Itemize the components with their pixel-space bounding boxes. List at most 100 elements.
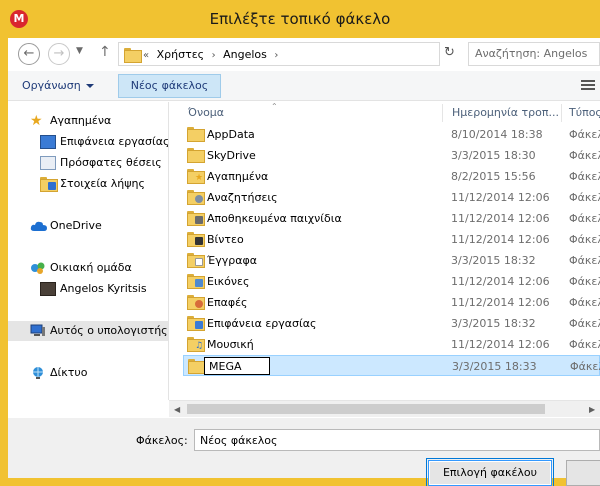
sidebar-item-favorites[interactable]: ★ Αγαπημένα: [8, 111, 168, 131]
file-date: 3/3/2015 18:33: [452, 360, 537, 373]
file-date: 11/12/2014 12:06: [451, 296, 550, 309]
list-item[interactable]: Επαφές 11/12/2014 12:06 Φάκελ: [183, 292, 600, 313]
sidebar-item-label: Angelos Kyritsis: [60, 282, 147, 295]
file-name: Μουσική: [207, 338, 254, 351]
sidebar-item-desktop[interactable]: Επιφάνεια εργασίας: [8, 132, 168, 152]
scroll-left-icon[interactable]: ◀: [174, 405, 180, 414]
sidebar-item-user[interactable]: Angelos Kyritsis: [8, 279, 168, 299]
column-name[interactable]: Όνομα: [188, 106, 224, 119]
file-type: Φάκελ: [569, 128, 600, 141]
file-name: Επαφές: [207, 296, 248, 309]
file-type: Φάκελ: [569, 338, 600, 351]
homegroup-icon: [30, 261, 46, 275]
forward-arrow-icon[interactable]: →: [48, 43, 70, 65]
file-name: Εικόνες: [207, 275, 250, 288]
scroll-right-icon[interactable]: ▶: [589, 405, 595, 414]
user-avatar-icon: [40, 282, 56, 296]
star-icon: ★: [30, 113, 43, 129]
new-folder-button[interactable]: Νέος φάκελος: [118, 74, 221, 98]
file-date: 8/2/2015 15:56: [451, 170, 536, 183]
breadcrumb-item-users[interactable]: Χρήστες: [157, 48, 205, 61]
view-options-icon[interactable]: [581, 80, 597, 92]
organize-menu-button[interactable]: Οργάνωση: [22, 79, 94, 92]
file-type: Φάκελ: [569, 296, 600, 309]
search-input[interactable]: [475, 47, 599, 60]
sidebar-item-label: Αυτός ο υπολογιστής: [50, 324, 168, 337]
column-type[interactable]: Τύπος: [569, 106, 600, 119]
file-type: Φάκελ: [569, 254, 600, 267]
file-date: 11/12/2014 12:06: [451, 212, 550, 225]
file-date: 11/12/2014 12:06: [451, 233, 550, 246]
select-folder-button[interactable]: Επιλογή φακέλου: [428, 460, 552, 486]
sidebar-item-onedrive[interactable]: OneDrive: [8, 216, 168, 236]
list-item[interactable]: Αναζητήσεις 11/12/2014 12:06 Φάκελ: [183, 187, 600, 208]
file-type: Φάκελ: [569, 233, 600, 246]
sidebar-item-this-pc[interactable]: Αυτός ο υπολογιστής: [8, 321, 168, 341]
sidebar-item-label: Επιφάνεια εργασίας: [60, 135, 168, 148]
file-date: 3/3/2015 18:32: [451, 317, 536, 330]
list-item-renaming[interactable]: 3/3/2015 18:33 Φάκελ: [183, 355, 600, 376]
file-name: Αποθηκευμένα παιχνίδια: [207, 212, 342, 225]
list-item[interactable]: Αποθηκευμένα παιχνίδια 11/12/2014 12:06 …: [183, 208, 600, 229]
breadcrumb-overflow-icon[interactable]: «: [143, 50, 149, 61]
list-item[interactable]: Εικόνες 11/12/2014 12:06 Φάκελ: [183, 271, 600, 292]
list-item[interactable]: Έγγραφα 3/3/2015 18:32 Φάκελ: [183, 250, 600, 271]
cancel-button[interactable]: [566, 460, 600, 486]
dialog-window: M Επιλέξτε τοπικό φάκελο ← → ▼ ↑ « Χρήστ…: [0, 0, 600, 486]
folder-name-field[interactable]: [194, 429, 600, 451]
list-item[interactable]: SkyDrive 3/3/2015 18:30 Φάκελ: [183, 145, 600, 166]
folder-icon: [187, 127, 205, 142]
file-type: Φάκελ: [569, 212, 600, 225]
file-list: AppData 8/10/2014 18:38 Φάκελ SkyDrive 3…: [169, 124, 600, 400]
breadcrumb-item-angelos[interactable]: Angelos: [223, 48, 267, 61]
caret-down-icon: [85, 84, 94, 88]
rename-input[interactable]: [204, 357, 270, 375]
list-item[interactable]: Επιφάνεια εργασίας 3/3/2015 18:32 Φάκελ: [183, 313, 600, 334]
list-item[interactable]: Βίντεο 11/12/2014 12:06 Φάκελ: [183, 229, 600, 250]
sidebar-item-label: Αγαπημένα: [50, 114, 112, 127]
address-bar[interactable]: « Χρήστες › Angelos ›: [118, 42, 542, 66]
sidebar-item-label: Στοιχεία λήψης: [60, 177, 145, 190]
file-type: Φάκελ: [569, 317, 600, 330]
back-arrow-icon[interactable]: ←: [18, 43, 40, 65]
sidebar-item-label: Οικιακή ομάδα: [50, 261, 132, 274]
sidebar-item-downloads[interactable]: Στοιχεία λήψης: [8, 174, 168, 194]
sidebar-item-recent-places[interactable]: Πρόσφατες θέσεις: [8, 153, 168, 173]
searches-folder-icon: [187, 190, 205, 205]
recent-locations-chevron-icon[interactable]: ▼: [76, 46, 83, 56]
chevron-right-icon[interactable]: ›: [274, 50, 278, 61]
folder-field-label: Φάκελος:: [136, 434, 188, 447]
navigation-pane: ★ Αγαπημένα Επιφάνεια εργασίας Πρόσφατες…: [8, 102, 168, 400]
list-item[interactable]: AppData 8/10/2014 18:38 Φάκελ: [183, 124, 600, 145]
list-item[interactable]: ★ Αγαπημένα 8/2/2015 15:56 Φάκελ: [183, 166, 600, 187]
desktop-icon: [40, 135, 56, 149]
file-type: Φάκελ: [569, 275, 600, 288]
file-name: Αναζητήσεις: [207, 191, 278, 204]
scrollbar-thumb[interactable]: [187, 404, 545, 414]
file-date: 11/12/2014 12:06: [451, 275, 550, 288]
column-divider[interactable]: [561, 104, 562, 122]
file-name: SkyDrive: [207, 149, 256, 162]
file-name: AppData: [207, 128, 255, 141]
sort-caret-icon: ⌃: [271, 102, 278, 111]
window-title: Επιλέξτε τοπικό φάκελο: [209, 10, 391, 28]
up-arrow-icon[interactable]: ↑: [99, 44, 111, 60]
list-item[interactable]: ♫ Μουσική 11/12/2014 12:06 Φάκελ: [183, 334, 600, 355]
refresh-icon[interactable]: ↻: [444, 45, 455, 60]
saved-games-folder-icon: [187, 211, 205, 226]
column-divider[interactable]: [442, 104, 443, 122]
chevron-right-icon[interactable]: ›: [212, 50, 216, 61]
organize-label: Οργάνωση: [22, 79, 81, 92]
network-icon: [30, 366, 46, 380]
music-folder-icon: ♫: [187, 337, 205, 352]
column-date[interactable]: Ημερομηνία τροπ...: [452, 106, 559, 119]
search-box[interactable]: [468, 42, 600, 66]
sidebar-item-network[interactable]: Δίκτυο: [8, 363, 168, 383]
horizontal-scrollbar[interactable]: ◀ ▶: [169, 400, 600, 417]
dialog-footer: Φάκελος: Επιλογή φακέλου: [8, 418, 600, 486]
folder-icon: [124, 48, 142, 63]
sidebar-item-homegroup[interactable]: Οικιακή ομάδα: [8, 258, 168, 278]
command-toolbar: Οργάνωση Νέος φάκελος: [8, 71, 600, 101]
file-name: Βίντεο: [207, 233, 244, 246]
favorites-folder-icon: ★: [187, 169, 205, 184]
